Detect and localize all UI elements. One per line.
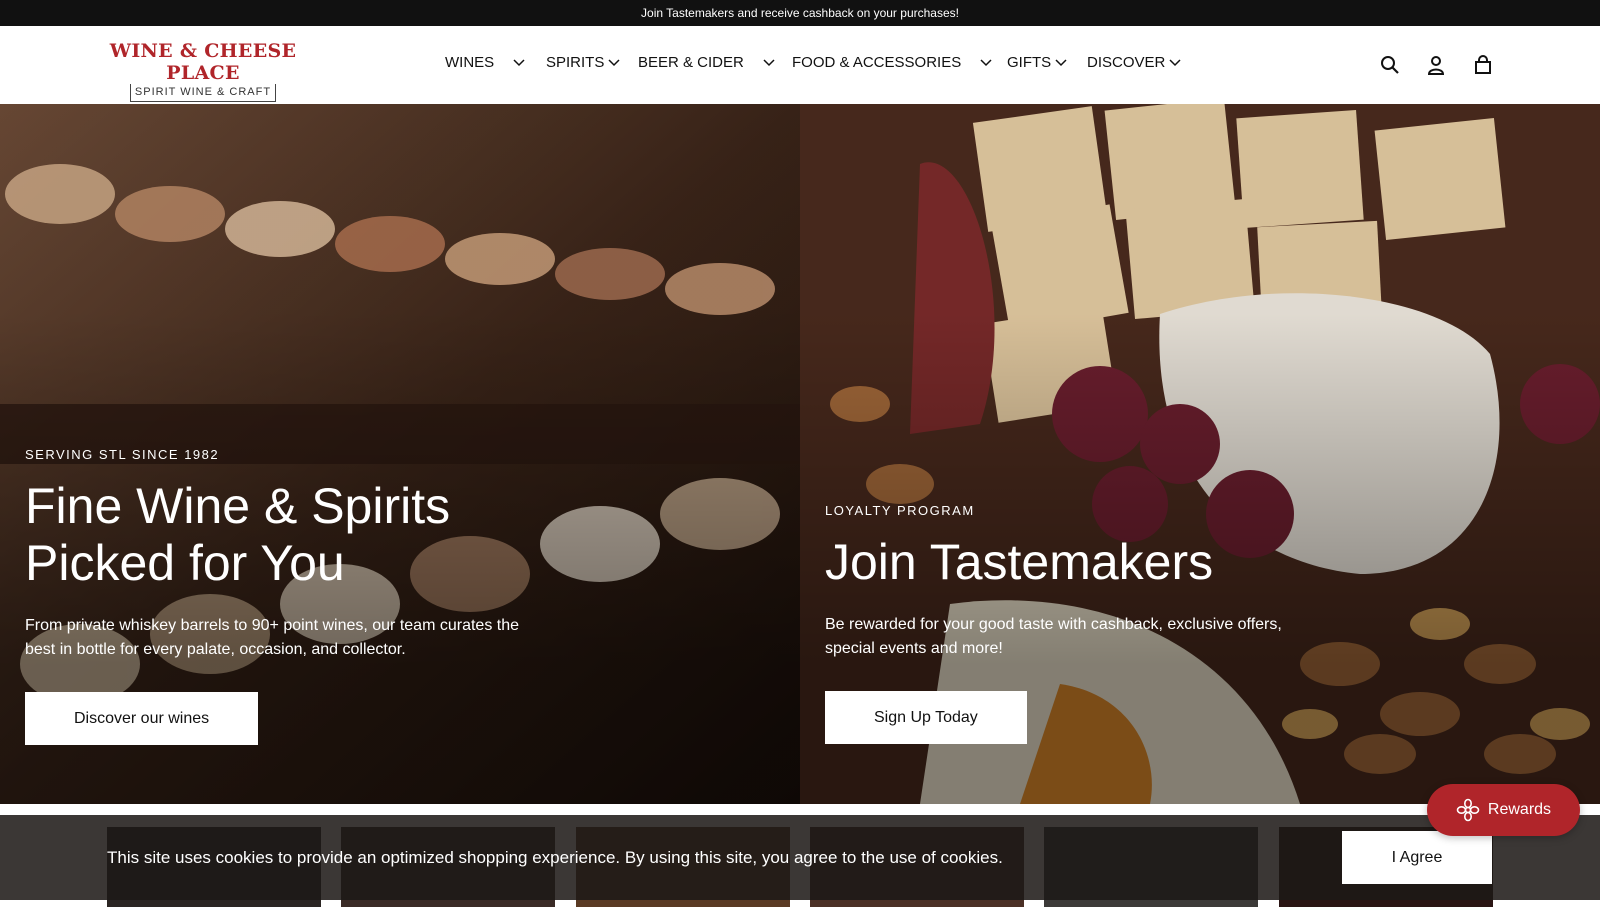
rewards-button[interactable]: Rewards — [1427, 784, 1580, 836]
nav-item-gifts[interactable]: GIFTS — [1007, 54, 1067, 71]
account-icon[interactable] — [1424, 53, 1448, 77]
cookie-banner: This site uses cookies to provide an opt… — [0, 815, 1600, 900]
search-icon[interactable] — [1378, 53, 1402, 77]
cart-bag-icon[interactable] — [1471, 53, 1495, 77]
loyalty-description: Be rewarded for your good taste with cas… — [825, 616, 1282, 657]
chevron-down-icon — [1169, 58, 1181, 66]
chevron-down-icon — [763, 58, 775, 66]
hero-right-content: LOYALTY PROGRAM Join Tastemakers Be rewa… — [825, 503, 1325, 744]
hero-left-content: SERVING STL SINCE 1982 Fine Wine & Spiri… — [25, 447, 525, 745]
loyalty-title: Join Tastemakers — [825, 534, 1214, 590]
nav-item-beer-cider[interactable]: BEER & CIDER — [638, 54, 776, 71]
sign-up-button[interactable]: Sign Up Today — [825, 691, 1027, 744]
rewards-label: Rewards — [1487, 801, 1552, 818]
nav-label: DISCOVER — [1087, 54, 1166, 71]
cookie-agree-button[interactable]: I Agree — [1342, 831, 1492, 884]
nav-item-food-accessories[interactable]: FOOD & ACCESSORIES — [792, 54, 993, 71]
logo-tagline: SPIRIT WINE & CRAFT — [130, 84, 276, 102]
hero-section: SERVING STL SINCE 1982 Fine Wine & Spiri… — [0, 104, 1600, 804]
nav-label: BEER & CIDER — [638, 54, 744, 71]
site-header: WINE & CHEESE PLACE SPIRIT WINE & CRAFT … — [0, 26, 1600, 104]
hero-title-line1: Fine Wine & Spirits — [25, 478, 451, 534]
logo-wordmark: WINE & CHEESE PLACE — [109, 40, 297, 84]
site-logo[interactable]: WINE & CHEESE PLACE SPIRIT WINE & CRAFT — [108, 40, 298, 102]
hero-eyebrow: SERVING STL SINCE 1982 — [25, 447, 220, 462]
hero-wine-panel: SERVING STL SINCE 1982 Fine Wine & Spiri… — [0, 104, 800, 804]
loyalty-eyebrow: LOYALTY PROGRAM — [825, 503, 975, 518]
announcement-text: Join Tastemakers and receive cashback on… — [641, 6, 959, 20]
rewards-flower-icon — [1456, 798, 1480, 822]
hero-title: Fine Wine & Spirits Picked for You — [25, 478, 525, 592]
hero-loyalty-panel: LOYALTY PROGRAM Join Tastemakers Be rewa… — [800, 104, 1600, 804]
hero-title-line2: Picked for You — [25, 535, 345, 591]
nav-item-wines[interactable]: WINES — [445, 54, 526, 71]
nav-item-discover[interactable]: DISCOVER — [1087, 54, 1181, 71]
chevron-down-icon — [980, 58, 992, 66]
nav-label: FOOD & ACCESSORIES — [792, 54, 962, 71]
chevron-down-icon — [608, 58, 620, 66]
discover-wines-button[interactable]: Discover our wines — [25, 692, 259, 745]
nav-label: WINES — [445, 54, 495, 71]
chevron-down-icon — [1055, 58, 1067, 66]
cookie-text: This site uses cookies to provide an opt… — [107, 848, 1003, 867]
nav-item-spirits[interactable]: SPIRITS — [546, 54, 620, 71]
hero-description: From private whiskey barrels to 90+ poin… — [25, 617, 519, 658]
announcement-bar: Join Tastemakers and receive cashback on… — [0, 0, 1600, 26]
nav-label: GIFTS — [1007, 54, 1052, 71]
chevron-down-icon — [513, 58, 525, 66]
nav-label: SPIRITS — [546, 54, 605, 71]
